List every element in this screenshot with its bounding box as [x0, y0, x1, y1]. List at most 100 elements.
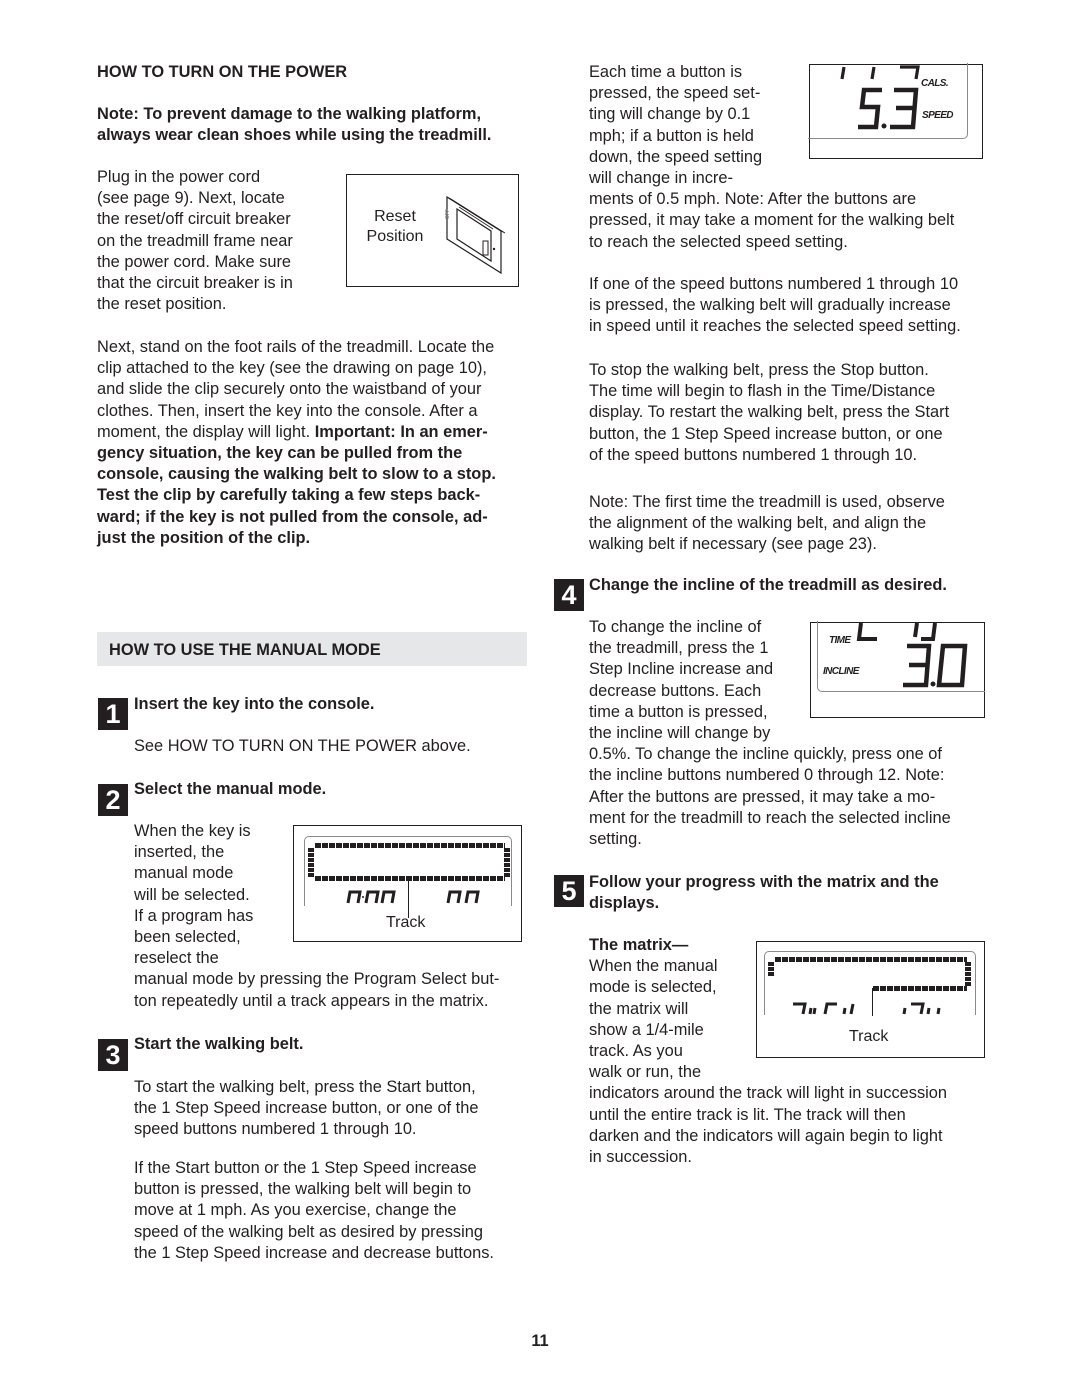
text-line: the 1 Step Speed increase button, or one…	[134, 1099, 479, 1118]
text-line: button, the 1 Step Speed increase button…	[589, 424, 943, 443]
text-line: the reset position.	[97, 295, 227, 314]
text-line: in succession.	[589, 1148, 692, 1167]
page-number: 11	[531, 1332, 549, 1350]
text-line: manual mode by pressing the Program Sele…	[134, 970, 500, 989]
partial-track-matrix-figure: Track	[756, 941, 985, 1058]
svg-text:OFF: OFF	[445, 209, 451, 219]
text-line: will be selected.	[134, 885, 250, 904]
text-line: (see page 9). Next, locate	[97, 189, 285, 208]
power-note: Note: To prevent damage to the walking p…	[97, 104, 529, 146]
text-line: the reset/off circuit breaker	[97, 210, 291, 229]
text-line: manual mode	[134, 864, 234, 883]
reset-position-figure: Reset Position OFF	[346, 174, 519, 287]
text-line: walking belt if necessary (see page 23).	[589, 535, 877, 554]
text-line: Next, stand on the foot rails of the tre…	[97, 338, 495, 356]
text-line: on the treadmill frame near	[97, 231, 293, 250]
text-line: been selected,	[134, 928, 241, 947]
track-label: Track	[849, 1028, 889, 1045]
text-line: button is pressed, the walking belt will…	[134, 1180, 472, 1199]
text-line: speed of the walking belt as desired by …	[134, 1222, 483, 1241]
text-line: The time will begin to flash in the Time…	[589, 382, 936, 401]
text-line: reselect the	[134, 949, 219, 968]
step-body: To start the walking belt, press the Sta…	[134, 1077, 534, 1141]
text-line: inserted, the	[134, 843, 225, 862]
clip-paragraph: Next, stand on the foot rails of the tre…	[97, 337, 529, 549]
track-label: Track	[386, 914, 426, 931]
text-line: clothes. Then, insert the key into the c…	[97, 401, 478, 420]
step-number-badge: 5	[554, 875, 584, 907]
time-label: TIME	[829, 635, 851, 646]
speed-label: SPEED	[922, 110, 954, 121]
track-indicators-left	[308, 848, 314, 877]
text-span: moment, the display will light.	[97, 422, 315, 441]
step-title: Insert the key into the console.	[134, 695, 375, 713]
text-line: of the speed buttons numbered 1 through …	[589, 445, 918, 464]
step-number-badge: 4	[554, 579, 584, 611]
text-line: moment, the display will light. Importan…	[97, 422, 529, 443]
text-line: ment for the treadmill to reach the sele…	[589, 808, 951, 827]
step-number-badge: 1	[98, 698, 128, 730]
text-line: display. To restart the walking belt, pr…	[589, 403, 950, 422]
step-title: Select the manual mode.	[134, 780, 327, 798]
text-line: If one of the speed buttons numbered 1 t…	[589, 275, 959, 293]
text-line: the alignment of the walking belt, and a…	[589, 514, 927, 533]
gradual-paragraph: If one of the speed buttons numbered 1 t…	[589, 274, 989, 338]
text-line: walk or run, the	[589, 1063, 702, 1082]
step-title: Follow your progress with the matrix and…	[589, 872, 989, 914]
text-line: To stop the walking belt, press the Stop…	[589, 361, 929, 379]
text-line: is pressed, the walking belt will gradua…	[589, 296, 951, 315]
text-line: Follow your progress with the matrix and…	[589, 873, 939, 891]
text-line: Test the clip by carefully taking a few …	[97, 486, 481, 505]
plug-paragraph: Plug in the power cord (see page 9). Nex…	[97, 167, 337, 315]
reset-position-label: Reset Position	[363, 207, 427, 247]
text-line: the incline will change by	[589, 724, 771, 743]
text-line: indicators around the track will light i…	[589, 1084, 948, 1103]
important-label: Important: In an emer-	[314, 422, 488, 441]
text-line: move at 1 mph. As you exercise, change t…	[134, 1201, 457, 1220]
text-line: the incline buttons numbered 0 through 1…	[589, 766, 945, 785]
cals-label: CALS.	[921, 78, 949, 89]
text-line: until the entire track is lit. The track…	[589, 1105, 906, 1124]
text-line: in speed until it reaches the selected s…	[589, 317, 961, 336]
label-line: Position	[366, 228, 424, 245]
incline-label: INCLINE	[823, 666, 859, 677]
step-title: Change the incline of the treadmill as d…	[589, 576, 947, 594]
segment-digits-icon	[793, 1002, 941, 1015]
incline-value-digits	[903, 643, 968, 688]
speed-display-figure: CALS. SPEED	[808, 63, 983, 159]
text-line: the 1 Step Speed increase and decrease b…	[134, 1243, 494, 1262]
step-number-badge: 3	[98, 1039, 128, 1071]
power-heading: HOW TO TURN ON THE POWER	[97, 63, 348, 81]
text-line: After the buttons are pressed, it may ta…	[589, 787, 936, 806]
text-line: If a program has	[134, 906, 254, 925]
text-line: ward; if the key is not pulled from the …	[97, 507, 488, 526]
text-line: 0.5%. To change the incline quickly, pre…	[589, 745, 942, 764]
text-line: ton repeatedly until a track appears in …	[134, 991, 489, 1010]
track-matrix-figure: Track	[293, 825, 522, 942]
text-line: will change in incre-	[589, 169, 733, 188]
text-line: displays.	[589, 894, 660, 913]
text-line: setting.	[589, 830, 642, 849]
text-line: speed buttons numbered 1 through 10.	[134, 1120, 417, 1139]
step-number-badge: 2	[98, 784, 128, 816]
text-line: If the Start button or the 1 Step Speed …	[134, 1159, 477, 1177]
text-line: clip attached to the key (see the drawin…	[97, 359, 487, 378]
incline-display-figure: TIME INCLINE	[810, 621, 985, 718]
track-indicators-bottom	[315, 876, 505, 881]
text-line: console, causing the walking belt to slo…	[97, 465, 496, 484]
step-body: If the Start button or the 1 Step Speed …	[134, 1158, 534, 1264]
text-line: to reach the selected speed setting.	[589, 232, 848, 251]
track-indicators-right	[965, 962, 971, 986]
text-line: gency situation, the key can be pulled f…	[97, 444, 463, 463]
text-line: that the circuit breaker is in	[97, 274, 293, 293]
text-line: To start the walking belt, press the Sta…	[134, 1078, 476, 1096]
track-indicators-left	[768, 962, 774, 976]
step-title: Start the walking belt.	[134, 1035, 304, 1053]
segment-digits-icon	[346, 890, 480, 904]
alignment-note-paragraph: Note: The first time the treadmill is us…	[589, 492, 989, 556]
manual-mode-heading: HOW TO USE THE MANUAL MODE	[97, 632, 527, 666]
track-indicators-top	[775, 957, 967, 962]
speed-value-digits	[858, 87, 919, 130]
note-line: always wear clean shoes while using the …	[97, 126, 492, 145]
text-line: pressed, it may take a moment for the wa…	[589, 211, 955, 230]
